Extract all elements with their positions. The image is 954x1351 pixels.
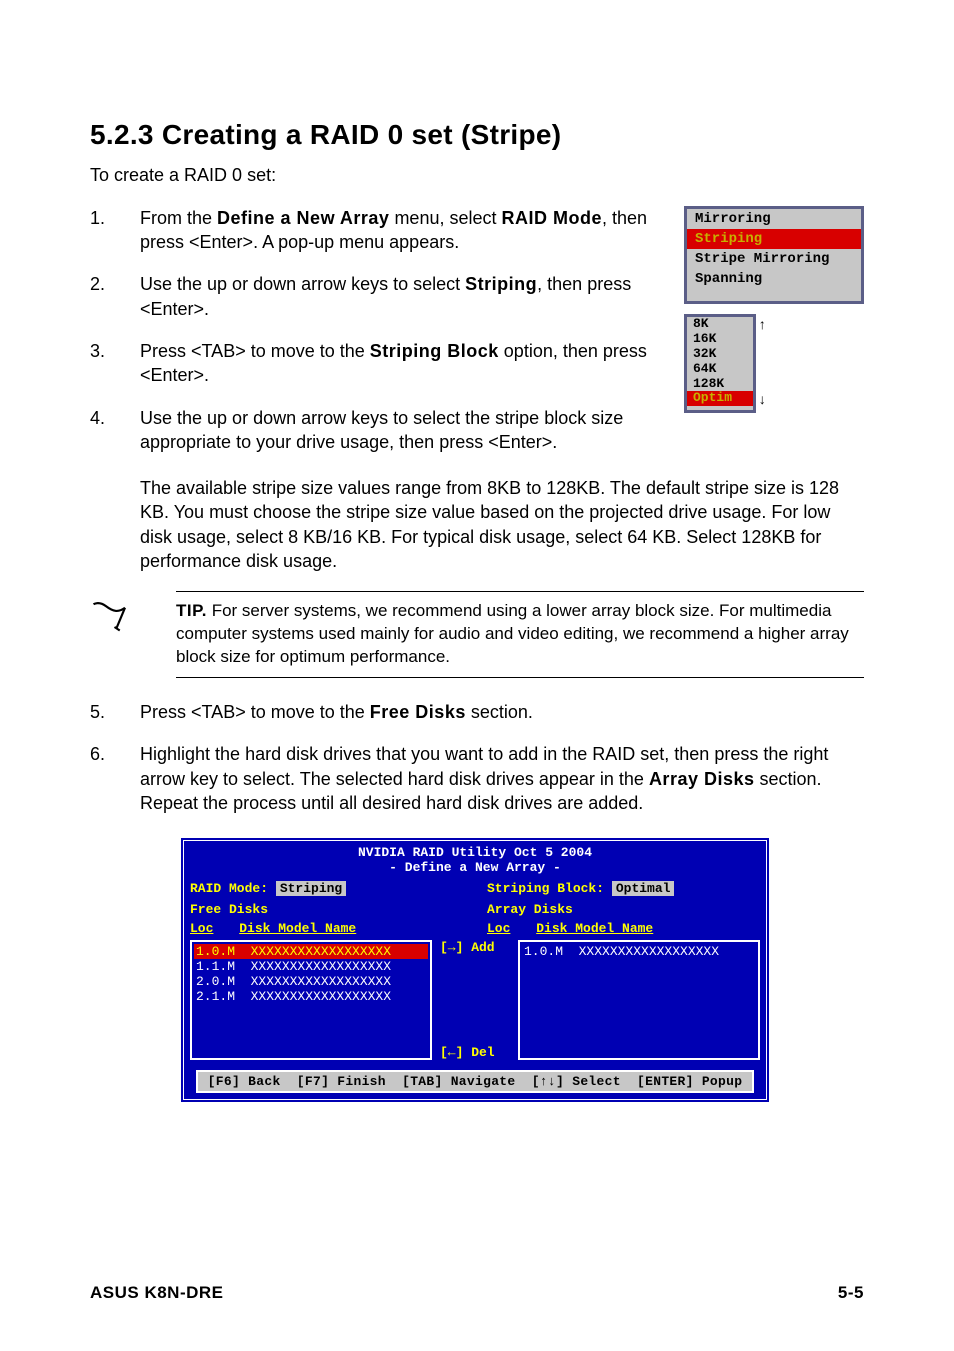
free-disks-panel: 1.0.M XXXXXXXXXXXXXXXXXX1.1.M XXXXXXXXXX… — [190, 940, 432, 1060]
step-item: 3.Press <TAB> to move to the Striping Bl… — [90, 339, 672, 394]
free-disks-label: Free Disks — [190, 902, 268, 917]
step-body: Press <TAB> to move to the Striping Bloc… — [140, 339, 672, 394]
footer-right: 5-5 — [838, 1283, 864, 1303]
raid-mode-option: Mirroring — [687, 209, 861, 229]
block-size-option: 64K — [687, 362, 753, 377]
step-number: 2. — [90, 272, 130, 327]
col-model-free: Disk Model Name — [239, 921, 356, 936]
block-size-popup: 8K16K32K64K128KOptim — [684, 314, 756, 414]
col-model-array: Disk Model Name — [536, 921, 653, 936]
del-label: [←] Del — [440, 1045, 510, 1060]
step-item: 2.Use the up or down arrow keys to selec… — [90, 272, 672, 327]
step-body: Press <TAB> to move to the Free Disks se… — [140, 700, 864, 730]
bios-screen: NVIDIA RAID Utility Oct 5 2004 - Define … — [180, 837, 770, 1103]
raid-mode-option: Stripe Mirroring — [687, 249, 861, 269]
step-body: From the Define a New Array menu, select… — [140, 206, 672, 261]
raid-mode-popup: MirroringStripingStripe MirroringSpannin… — [684, 206, 864, 304]
arrow-up-icon: ↑ — [758, 318, 766, 334]
step-item: 5. Press <TAB> to move to the Free Disks … — [90, 700, 864, 730]
striping-block-label: Striping Block: — [487, 881, 604, 896]
disk-row: 2.0.M XXXXXXXXXXXXXXXXXX — [194, 974, 428, 989]
block-size-option: Optim — [687, 391, 753, 406]
block-size-option: 128K — [687, 377, 753, 392]
step-body: Use the up or down arrow keys to select … — [140, 272, 672, 327]
col-loc-array: Loc — [487, 921, 528, 936]
step-number: 1. — [90, 206, 130, 261]
tip-icon — [90, 591, 160, 646]
raid-mode-value: Striping — [276, 881, 346, 896]
add-del-column: [→] Add [←] Del — [440, 940, 510, 1060]
block-size-option: 16K — [687, 332, 753, 347]
tip-label: TIP. — [176, 601, 207, 620]
intro-text: To create a RAID 0 set: — [90, 165, 864, 186]
array-disks-panel: 1.0.M XXXXXXXXXXXXXXXXXX — [518, 940, 760, 1060]
step-number: 6. — [90, 742, 130, 821]
disk-row: 1.0.M XXXXXXXXXXXXXXXXXX — [194, 944, 428, 959]
col-loc-free: Loc — [190, 921, 231, 936]
arrow-down-icon: ↓ — [758, 393, 766, 409]
step-number: 3. — [90, 339, 130, 394]
add-label: [→] Add — [440, 940, 510, 955]
disk-row: 1.0.M XXXXXXXXXXXXXXXXXX — [522, 944, 756, 959]
bios-title: NVIDIA RAID Utility Oct 5 2004 — [190, 845, 760, 860]
section-heading: 5.2.3 Creating a RAID 0 set (Stripe) — [90, 119, 864, 151]
raid-mode-label: RAID Mode: — [190, 881, 268, 896]
block-size-option: 32K — [687, 347, 753, 362]
stripe-size-paragraph: The available stripe size values range f… — [140, 476, 864, 573]
bios-footer: [F6] Back [F7] Finish [TAB] Navigate [↑↓… — [196, 1070, 755, 1093]
striping-block-value: Optimal — [612, 881, 675, 896]
disk-row: 1.1.M XXXXXXXXXXXXXXXXXX — [194, 959, 428, 974]
block-popup-scroll-arrows: ↑ ↓ — [758, 314, 766, 414]
tip-text: TIP. For server systems, we recommend us… — [176, 591, 864, 678]
step-item: 1.From the Define a New Array menu, sele… — [90, 206, 672, 261]
bios-subtitle: - Define a New Array - — [190, 860, 760, 875]
raid-mode-option: Spanning — [687, 269, 861, 289]
array-disks-label: Array Disks — [487, 902, 573, 917]
step-item: 6.Highlight the hard disk drives that yo… — [90, 742, 864, 821]
step-number: 5. — [90, 700, 130, 730]
footer-left: ASUS K8N-DRE — [90, 1283, 224, 1303]
step-body: Highlight the hard disk drives that you … — [140, 742, 864, 821]
disk-row: 2.1.M XXXXXXXXXXXXXXXXXX — [194, 989, 428, 1004]
step-number: 4. — [90, 406, 130, 455]
step-item: 4.Use the up or down arrow keys to selec… — [90, 406, 672, 455]
raid-mode-option: Striping — [687, 229, 861, 249]
block-size-option: 8K — [687, 317, 753, 332]
step-body: Use the up or down arrow keys to select … — [140, 406, 672, 455]
